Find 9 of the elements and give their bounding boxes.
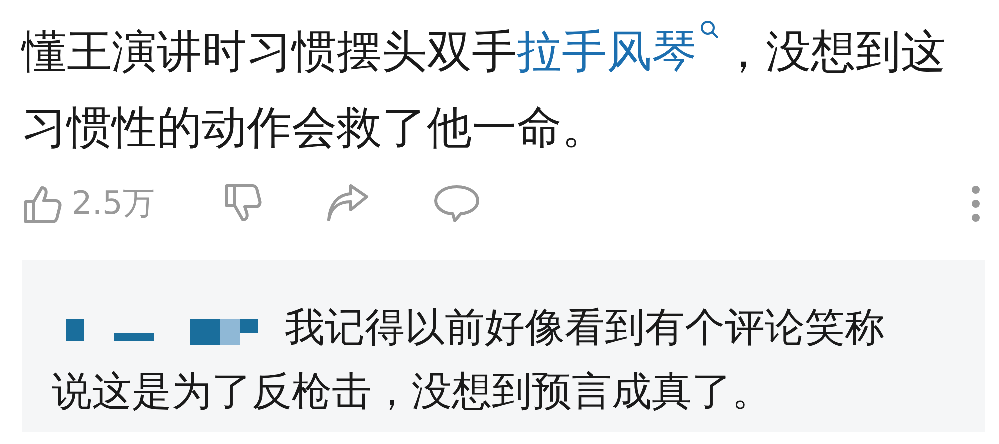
share-arrow-icon[interactable] (324, 184, 371, 224)
post-text: 懂王演讲时习惯摆头双手拉手风琴 ，没想到这习惯性的动作会救了他一命。 (22, 14, 977, 166)
comment-icon[interactable] (432, 184, 481, 224)
reply-text: 说这是为了反枪击，没想到预言成真了。 (52, 368, 772, 417)
like-count: 2.5万 (72, 183, 155, 224)
topic-link[interactable]: 拉手风琴 (517, 25, 697, 78)
more-icon[interactable] (971, 184, 981, 224)
search-icon[interactable] (699, 19, 721, 41)
reply-text: 我记得以前好像看到有个评论笑称 (285, 304, 885, 353)
